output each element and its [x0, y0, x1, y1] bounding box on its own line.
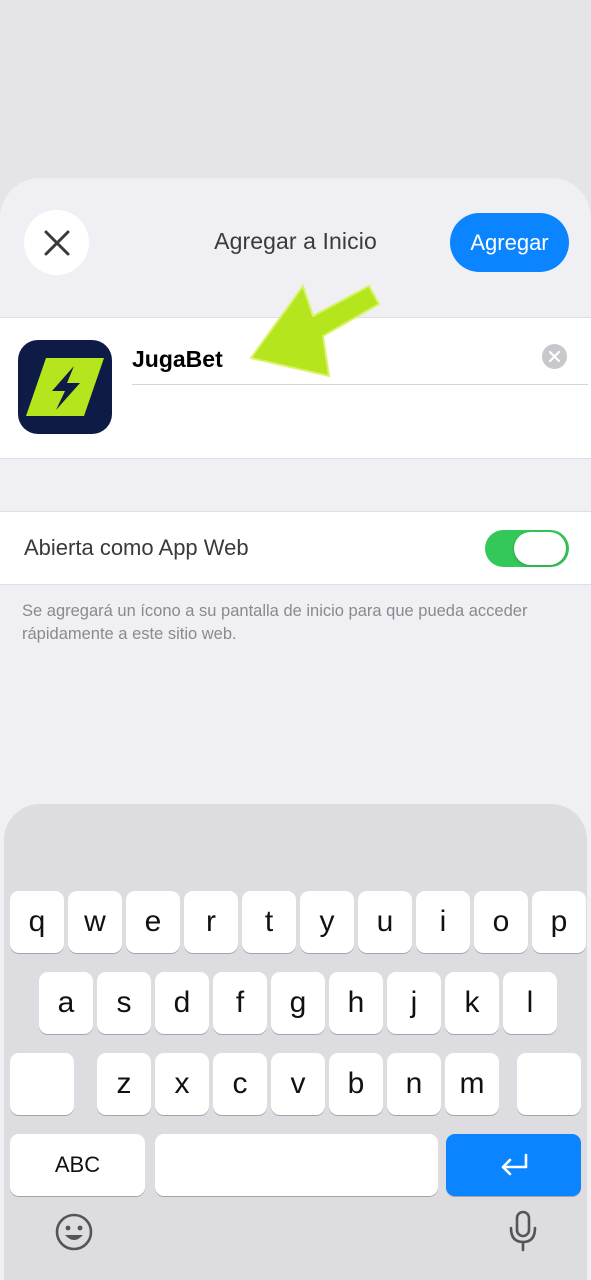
key-h[interactable]: h [329, 972, 383, 1034]
shift-key[interactable] [10, 1053, 74, 1115]
clear-icon[interactable] [542, 344, 567, 369]
key-f[interactable]: f [213, 972, 267, 1034]
key-t[interactable]: t [242, 891, 296, 953]
key-p[interactable]: p [532, 891, 586, 953]
arrow-icon [249, 283, 381, 378]
emoji-icon[interactable] [55, 1213, 93, 1251]
web-app-setting-row: Abierta como App Web [0, 511, 591, 585]
microphone-icon[interactable] [508, 1210, 538, 1252]
key-g[interactable]: g [271, 972, 325, 1034]
return-icon [501, 1153, 527, 1176]
key-r[interactable]: r [184, 891, 238, 953]
key-b[interactable]: b [329, 1053, 383, 1115]
key-o[interactable]: o [474, 891, 528, 953]
key-m[interactable]: m [445, 1053, 499, 1115]
key-w[interactable]: w [68, 891, 122, 953]
delete-key[interactable] [517, 1053, 581, 1115]
key-q[interactable]: q [10, 891, 64, 953]
key-u[interactable]: u [358, 891, 412, 953]
return-key[interactable] [446, 1134, 581, 1196]
footnote-text: Se agregará un ícono a su pantalla de in… [22, 602, 528, 643]
bolt-icon [26, 358, 104, 416]
key-l[interactable]: l [503, 972, 557, 1034]
web-app-label: Abierta como App Web [24, 535, 249, 560]
key-y[interactable]: y [300, 891, 354, 953]
key-d[interactable]: d [155, 972, 209, 1034]
key-x[interactable]: x [155, 1053, 209, 1115]
key-n[interactable]: n [387, 1053, 441, 1115]
web-app-toggle[interactable] [485, 530, 569, 567]
key-c[interactable]: c [213, 1053, 267, 1115]
key-e[interactable]: e [126, 891, 180, 953]
key-a[interactable]: a [39, 972, 93, 1034]
keyboard: q w e r t y u i o p a s d f g h j k l z … [4, 804, 587, 1280]
key-s[interactable]: s [97, 972, 151, 1034]
toggle-knob [514, 532, 566, 565]
app-name-value: JugaBet [132, 346, 223, 372]
add-button[interactable]: Agregar [450, 213, 569, 272]
key-v[interactable]: v [271, 1053, 325, 1115]
key-j[interactable]: j [387, 972, 441, 1034]
key-k[interactable]: k [445, 972, 499, 1034]
key-z[interactable]: z [97, 1053, 151, 1115]
space-key[interactable] [155, 1134, 438, 1196]
abc-key[interactable]: ABC [10, 1134, 145, 1196]
key-i[interactable]: i [416, 891, 470, 953]
app-icon [18, 340, 112, 434]
